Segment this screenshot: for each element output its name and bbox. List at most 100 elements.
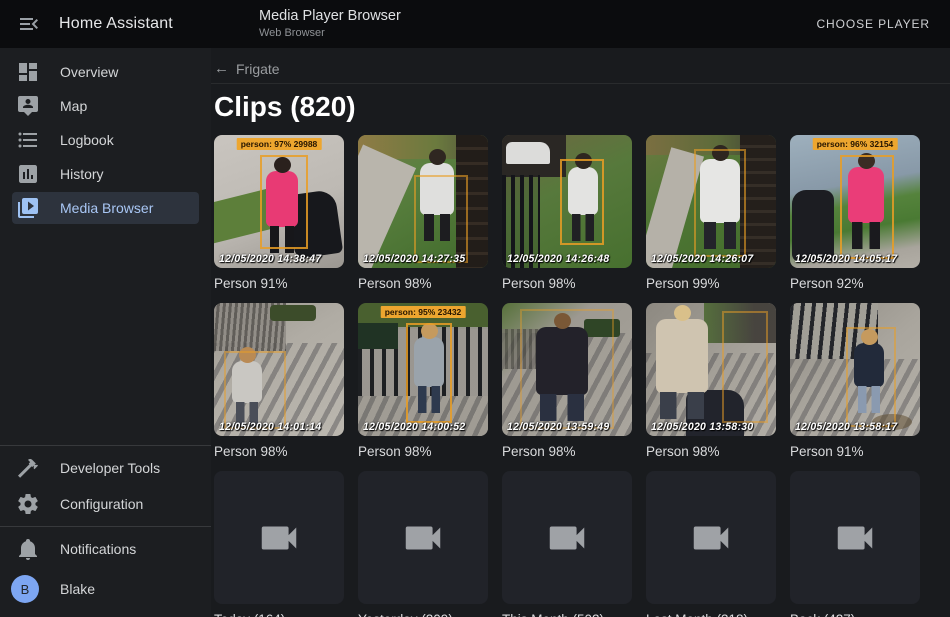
media-player-subtitle: Web Browser [259, 27, 401, 40]
clip-card[interactable]: person: 97% 29988 12/05/2020 14:38:47 Pe… [214, 135, 344, 292]
folder-caption: Last Month (318) [646, 611, 776, 617]
folder-thumbnail [502, 471, 632, 604]
timestamp-overlay: 12/05/2020 13:58:17 [795, 421, 897, 433]
detection-bounding-box [406, 323, 452, 423]
clips-grid: person: 97% 29988 12/05/2020 14:38:47 Pe… [214, 135, 950, 617]
clip-card[interactable]: person: 95% 23432 12/05/2020 14:00:52 Pe… [358, 303, 488, 460]
folder-caption: This Month (502) [502, 611, 632, 617]
scene-shape [506, 142, 550, 164]
sidebar-user[interactable]: B Blake [0, 569, 211, 609]
folder-thumbnail [358, 471, 488, 604]
video-camera-icon [256, 515, 302, 561]
clip-card[interactable]: 12/05/2020 13:58:17 Person 91% [790, 303, 920, 460]
sidebar-item-map[interactable]: Map [12, 90, 199, 122]
folder-card[interactable]: Today (164) [214, 471, 344, 617]
clip-caption: Person 98% [502, 443, 632, 460]
folder-thumbnail [214, 471, 344, 604]
back-arrow-icon: ← [214, 60, 229, 77]
clip-card[interactable]: person: 96% 32154 12/05/2020 14:05:17 Pe… [790, 135, 920, 292]
page-header-title: Media Player Browser Web Browser [259, 8, 401, 39]
breadcrumb-label: Frigate [236, 61, 280, 77]
tooltip-account-icon [16, 94, 40, 118]
clip-caption: Person 91% [790, 443, 920, 460]
clip-card[interactable]: 12/05/2020 14:26:48 Person 98% [502, 135, 632, 292]
timestamp-overlay: 12/05/2020 14:27:35 [363, 253, 465, 265]
folder-card[interactable]: Back (427) [790, 471, 920, 617]
clip-card[interactable]: 12/05/2020 13:58:30 Person 98% [646, 303, 776, 460]
person-figure [656, 319, 708, 393]
sidebar-divider [0, 445, 211, 446]
timestamp-overlay: 12/05/2020 14:01:14 [219, 421, 321, 433]
clip-caption: Person 98% [646, 443, 776, 460]
timestamp-overlay: 12/05/2020 14:26:07 [651, 253, 753, 265]
folder-thumbnail [790, 471, 920, 604]
clip-card[interactable]: 12/05/2020 13:59:49 Person 98% [502, 303, 632, 460]
clip-thumbnail: person: 95% 23432 12/05/2020 14:00:52 [358, 303, 488, 436]
video-camera-icon [832, 515, 878, 561]
user-name: Blake [60, 581, 95, 597]
clip-thumbnail: 12/05/2020 13:58:30 [646, 303, 776, 436]
media-browser-content: ← Frigate Clips (820) person: 97% 29988 … [211, 48, 950, 617]
sidebar-item-label: Configuration [60, 496, 143, 512]
timestamp-overlay: 12/05/2020 14:26:48 [507, 253, 609, 265]
clip-caption: Person 98% [358, 275, 488, 292]
folder-card[interactable]: This Month (502) [502, 471, 632, 617]
clip-caption: Person 98% [502, 275, 632, 292]
chart-box-icon [16, 162, 40, 186]
detection-bounding-box [840, 155, 894, 259]
sidebar-divider [0, 526, 211, 527]
folder-card[interactable]: Last Month (318) [646, 471, 776, 617]
media-player-title: Media Player Browser [259, 8, 401, 25]
timestamp-overlay: 12/05/2020 13:59:49 [507, 421, 609, 433]
folder-card[interactable]: Yesterday (209) [358, 471, 488, 617]
hammer-icon [16, 456, 40, 480]
sidebar-item-configuration[interactable]: Configuration [12, 488, 199, 520]
clip-thumbnail: 12/05/2020 14:27:35 [358, 135, 488, 268]
detection-bounding-box [414, 175, 468, 263]
timestamp-overlay: 12/05/2020 14:05:17 [795, 253, 897, 265]
media-toolbar: ← Frigate [211, 48, 950, 84]
sidebar-item-developer-tools[interactable]: Developer Tools [12, 452, 199, 484]
sidebar-item-label: Media Browser [60, 200, 153, 216]
clip-card[interactable]: 12/05/2020 14:27:35 Person 98% [358, 135, 488, 292]
bell-icon [16, 537, 40, 561]
detection-bounding-box [224, 351, 286, 429]
folder-caption: Yesterday (209) [358, 611, 488, 617]
detection-label: person: 95% 23432 [381, 306, 466, 318]
sidebar: Overview Map Logbook History Media Brows… [0, 48, 211, 617]
sidebar-item-logbook[interactable]: Logbook [12, 124, 199, 156]
detection-bounding-box [260, 155, 308, 249]
timestamp-overlay: 12/05/2020 13:58:30 [651, 421, 753, 433]
folder-caption: Back (427) [790, 611, 920, 617]
choose-player-button[interactable]: CHOOSE PLAYER [808, 9, 938, 39]
sidebar-item-notifications[interactable]: Notifications [12, 533, 199, 565]
sidebar-item-overview[interactable]: Overview [12, 56, 199, 88]
sidebar-item-label: History [60, 166, 104, 182]
breadcrumb-back[interactable]: ← Frigate [214, 60, 280, 77]
scene-shape [358, 145, 416, 268]
clip-caption: Person 99% [646, 275, 776, 292]
sidebar-item-media-browser[interactable]: Media Browser [12, 192, 199, 224]
video-camera-icon [544, 515, 590, 561]
folder-caption: Today (164) [214, 611, 344, 617]
video-camera-icon [400, 515, 446, 561]
clip-thumbnail: person: 96% 32154 12/05/2020 14:05:17 [790, 135, 920, 268]
scene-shape [792, 190, 834, 262]
video-camera-icon [688, 515, 734, 561]
clip-card[interactable]: 12/05/2020 14:01:14 Person 98% [214, 303, 344, 460]
sidebar-item-history[interactable]: History [12, 158, 199, 190]
play-box-multiple-icon [16, 196, 40, 220]
view-dashboard-icon [16, 60, 40, 84]
sidebar-item-label: Notifications [60, 541, 136, 557]
app-header: Home Assistant Media Player Browser Web … [0, 0, 950, 48]
clip-caption: Person 91% [214, 275, 344, 292]
clip-card[interactable]: 12/05/2020 14:26:07 Person 99% [646, 135, 776, 292]
gear-icon [16, 492, 40, 516]
sidebar-item-label: Map [60, 98, 87, 114]
clip-thumbnail: 12/05/2020 14:26:48 [502, 135, 632, 268]
menu-open-icon[interactable] [17, 12, 41, 36]
detection-bounding-box [560, 159, 604, 245]
detection-label: person: 97% 29988 [237, 138, 322, 150]
page-title: Clips (820) [214, 94, 950, 120]
clip-thumbnail: 12/05/2020 13:59:49 [502, 303, 632, 436]
